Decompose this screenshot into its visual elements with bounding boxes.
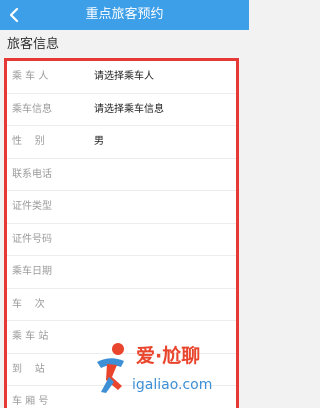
- header-bar: 重点旅客预约: [0, 0, 249, 30]
- field-label: 乘 车 站: [12, 331, 49, 342]
- watermark-chinese-text: 爱·尬聊: [136, 345, 201, 367]
- passenger-select[interactable]: 请选择乘车人: [94, 61, 232, 92]
- phone-field[interactable]: [94, 159, 232, 190]
- field-label: 乘 车 人: [12, 71, 49, 82]
- trip-info-select[interactable]: 请选择乘车信息: [94, 94, 232, 125]
- form-row-train-number[interactable]: 车 次: [7, 289, 236, 321]
- watermark-url-text: igaliao.com: [132, 377, 213, 393]
- form-row-id-number[interactable]: 证件号码: [7, 224, 236, 256]
- id-type-field[interactable]: [94, 191, 232, 222]
- field-label: 联系电话: [12, 168, 52, 180]
- page-title: 重点旅客预约: [85, 7, 164, 22]
- section-title-passenger-info: 旅客信息: [7, 37, 60, 52]
- form-row-id-type[interactable]: 证件类型: [7, 191, 236, 224]
- form-row-gender[interactable]: 性 别 男: [7, 126, 236, 159]
- field-label: 性 别: [12, 136, 45, 147]
- id-number-field[interactable]: [94, 224, 232, 255]
- form-row-phone[interactable]: 联系电话: [7, 159, 236, 191]
- site-watermark: 爱·尬聊 igaliao.com: [94, 340, 244, 402]
- form-row-travel-date[interactable]: 乘车日期: [7, 256, 236, 289]
- form-row-trip-info[interactable]: 乘车信息 请选择乘车信息: [7, 94, 236, 126]
- travel-date-field[interactable]: [94, 256, 232, 287]
- field-label: 到 站: [12, 363, 45, 375]
- form-row-passenger[interactable]: 乘 车 人 请选择乘车人: [7, 61, 236, 94]
- field-label: 乘车信息: [12, 103, 52, 115]
- running-person-logo: [97, 343, 124, 393]
- field-label: 证件号码: [12, 233, 52, 245]
- field-label: 乘车日期: [12, 266, 52, 277]
- train-number-field[interactable]: [94, 289, 232, 320]
- field-label: 证件类型: [12, 201, 52, 212]
- gender-value[interactable]: 男: [94, 126, 232, 157]
- field-label: 车 次: [12, 298, 45, 310]
